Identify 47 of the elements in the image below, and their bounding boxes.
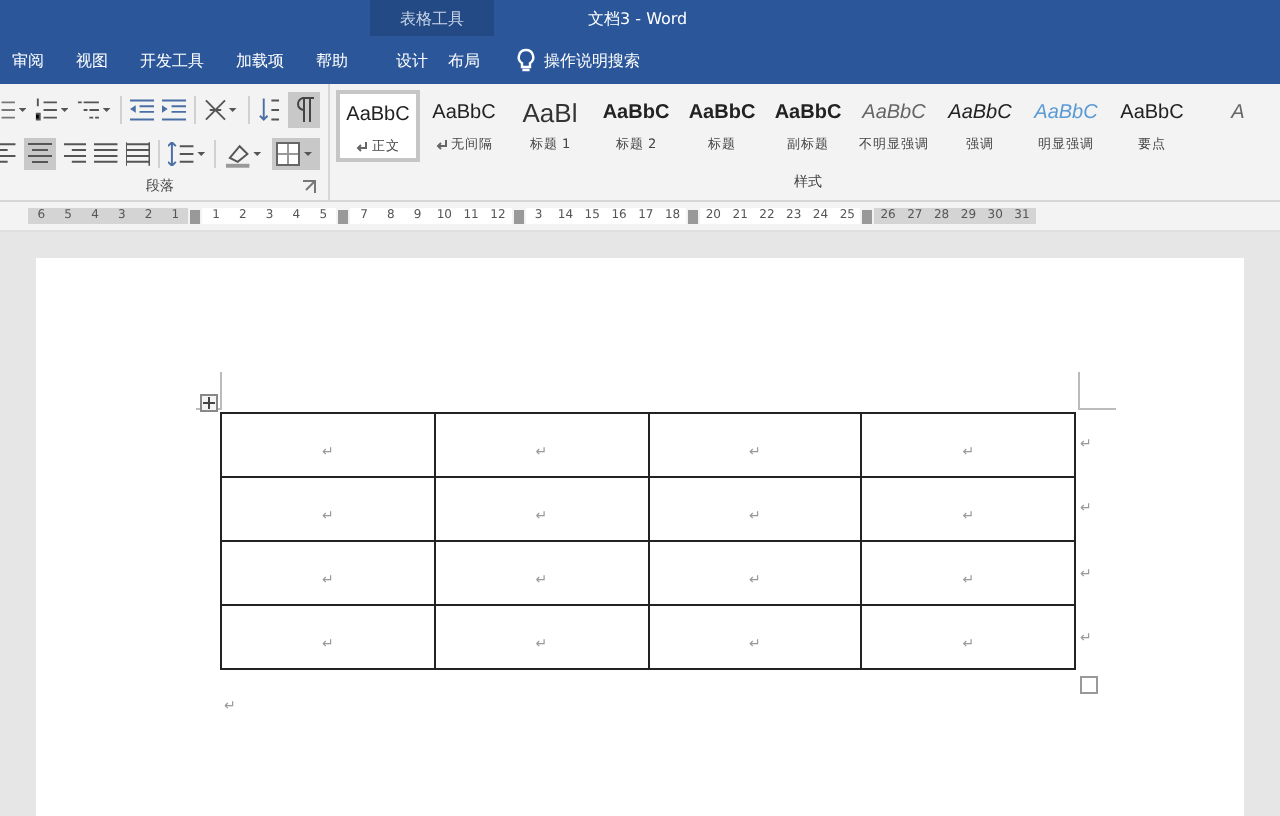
style-preview: AaBbC: [432, 100, 496, 128]
ribbon-tab[interactable]: 帮助: [300, 36, 364, 84]
numbering-icon[interactable]: [34, 98, 69, 122]
column-marker[interactable]: [687, 209, 698, 223]
lightbulb-icon: [516, 47, 536, 73]
table-move-handle-icon[interactable]: [200, 394, 218, 412]
distributed-icon[interactable]: [126, 142, 150, 166]
style-preview: AaBbC: [774, 100, 842, 128]
style-option[interactable]: A: [1196, 90, 1280, 162]
multilevel-list-icon[interactable]: [76, 98, 112, 122]
borders-icon[interactable]: [276, 142, 317, 166]
style-preview: AaBbC: [602, 100, 670, 128]
style-preview: AaBbC: [948, 100, 1012, 128]
style-preview: AaBbC: [1034, 100, 1098, 128]
column-marker[interactable]: [338, 209, 349, 223]
style-preview: AaBl: [522, 96, 578, 132]
justify-icon[interactable]: [94, 142, 119, 166]
ribbon-tab[interactable]: 开发工具: [124, 36, 220, 84]
ribbon-tab[interactable]: 视图: [60, 36, 124, 84]
ribbon-tab[interactable]: 审阅: [0, 36, 60, 84]
style-preview: AaBbC: [688, 100, 756, 128]
align-center-icon[interactable]: [27, 142, 52, 166]
ribbon-tab[interactable]: 加载项: [220, 36, 300, 84]
align-right-icon[interactable]: [63, 142, 87, 166]
ribbon-tab[interactable]: 布局: [438, 36, 490, 84]
decrease-indent-icon[interactable]: [129, 98, 154, 122]
chinese-layout-icon[interactable]: [204, 98, 240, 122]
style-preview: A: [1231, 100, 1245, 128]
table-resize-handle[interactable]: [1080, 676, 1098, 694]
column-marker[interactable]: [862, 209, 873, 223]
shading-icon[interactable]: [224, 141, 265, 167]
ribbon-tab[interactable]: 设计: [386, 36, 438, 84]
sort-icon[interactable]: [257, 98, 280, 122]
column-marker[interactable]: [190, 209, 201, 223]
contextual-tab-label: 表格工具: [400, 8, 464, 30]
dialog-launcher-icon[interactable]: [302, 179, 316, 193]
increase-indent-icon[interactable]: [161, 98, 187, 122]
bullets-icon[interactable]: [0, 98, 27, 122]
style-preview: AaBbC: [862, 100, 926, 128]
style-preview: AaBbC: [1120, 100, 1184, 128]
column-marker[interactable]: [513, 209, 524, 223]
pilcrow-icon[interactable]: [291, 96, 316, 124]
line-spacing-icon[interactable]: [167, 142, 207, 166]
window-title: 文档3 - Word: [588, 7, 688, 29]
search-field[interactable]: 操作说明搜索: [516, 47, 704, 73]
style-preview: AaBbC: [346, 102, 410, 130]
corner-mark: [1078, 372, 1116, 410]
